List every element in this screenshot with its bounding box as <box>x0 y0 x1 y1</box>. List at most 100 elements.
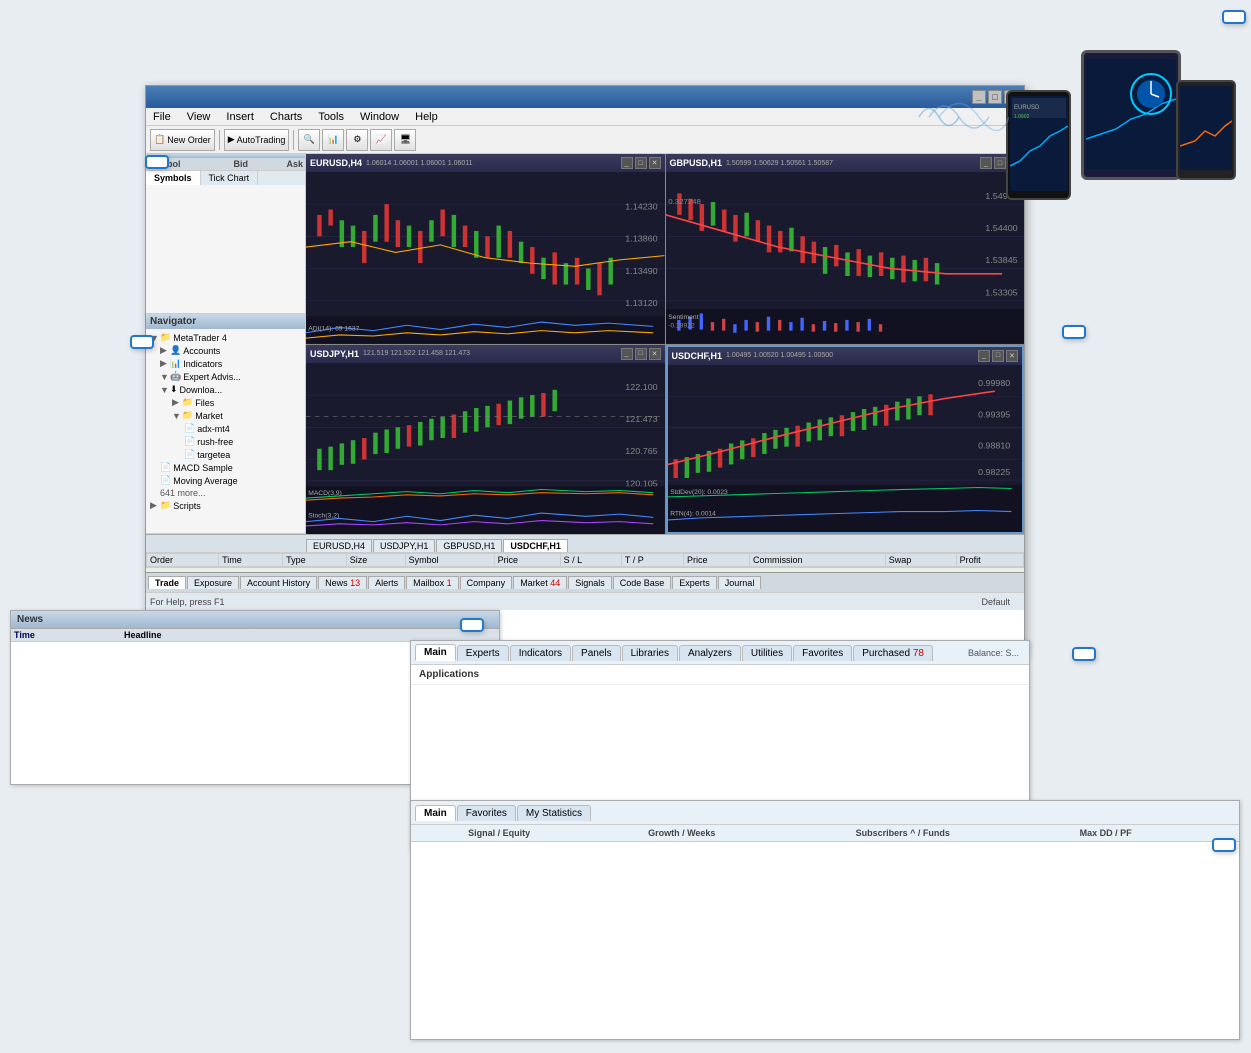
nav-item-targetea[interactable]: 📄 targetea <box>148 448 303 461</box>
btab-experts[interactable]: Experts <box>672 576 717 589</box>
nav-item-market[interactable]: ▼ 📁 Market <box>148 409 303 422</box>
mw-tab-tick[interactable]: Tick Chart <box>201 171 259 185</box>
annotation-financial-news <box>460 618 484 632</box>
toolbar-btn-5[interactable]: 🖥 <box>394 129 416 151</box>
autotrading-button[interactable]: ▶AutoTrading <box>224 129 290 151</box>
col-symbol: Symbol <box>405 554 494 567</box>
chart-usdjpy-rest[interactable]: □ <box>635 348 647 360</box>
chart-restore-btn[interactable]: □ <box>635 157 647 169</box>
btab-codebase[interactable]: Code Base <box>613 576 672 589</box>
chart-usdchf-close[interactable]: ✕ <box>1006 350 1018 362</box>
nav-item-accounts[interactable]: ▶ 👤 Accounts <box>148 344 303 357</box>
social-tab-main[interactable]: Main <box>415 805 456 821</box>
chart-usdchf-controls: _ □ ✕ <box>978 350 1018 362</box>
nav-item-macd[interactable]: 📄 MACD Sample <box>148 461 303 474</box>
btab-journal[interactable]: Journal <box>718 576 762 589</box>
menu-help[interactable]: Help <box>412 110 441 124</box>
nav-item-scripts[interactable]: ▶ 📁 Scripts <box>148 499 303 512</box>
chart-usdchf-rest[interactable]: □ <box>992 350 1004 362</box>
navigator-tabs: Common Favorites <box>146 533 305 534</box>
col-size: Size <box>346 554 405 567</box>
chart-usdjpy-canvas[interactable]: 122.100 121.473 120.765 120.105 MACD(3,9… <box>306 363 665 535</box>
menu-charts[interactable]: Charts <box>267 110 305 124</box>
chart-tab-eurusd[interactable]: EURUSD,H4 <box>306 539 372 552</box>
store-tab-libraries[interactable]: Libraries <box>622 645 678 661</box>
new-order-button[interactable]: 📋New Order <box>150 129 215 151</box>
chart-usdjpy-close[interactable]: ✕ <box>649 348 661 360</box>
svg-text:0.99980: 0.99980 <box>978 378 1010 388</box>
chart-usdjpy-svg: 122.100 121.473 120.765 120.105 MACD(3,9… <box>306 363 665 535</box>
col-price: Price <box>494 554 560 567</box>
chart-usdchf-min[interactable]: _ <box>978 350 990 362</box>
col-type: Type <box>283 554 347 567</box>
chart-gbpusd: GBPUSD,H1 1.50599 1.50629 1.50561 1.5058… <box>666 154 1025 344</box>
btab-company[interactable]: Company <box>460 576 513 589</box>
toolbar-btn-2[interactable]: 📊 <box>322 129 344 151</box>
menu-tools[interactable]: Tools <box>315 110 347 124</box>
nav-item-adx[interactable]: 📄 adx-mt4 <box>148 422 303 435</box>
market-watch: Symbol Bid Ask Symbols Tick Chart <box>146 154 305 314</box>
chart-usdchf-canvas[interactable]: 0.99980 0.99395 0.98810 0.98225 StdDev(2… <box>668 365 1023 533</box>
toolbar-btn-3[interactable]: ⚙ <box>346 129 368 151</box>
chart-eurusd-ohlc: 1.06014 1.06001 1.06001 1.06011 <box>366 160 473 167</box>
nav-item-experts[interactable]: ▼ 🤖 Expert Advis... <box>148 370 303 383</box>
btab-mailbox[interactable]: Mailbox 1 <box>406 576 459 589</box>
toolbar-btn-1[interactable]: 🔍 <box>298 129 320 151</box>
btab-trade[interactable]: Trade <box>148 576 186 589</box>
chart-tab-gbpusd[interactable]: GBPUSD,H1 <box>436 539 502 552</box>
col-action <box>1182 825 1211 842</box>
btab-signals[interactable]: Signals <box>568 576 612 589</box>
social-tab-favorites[interactable]: Favorites <box>457 805 516 821</box>
btab-alerts[interactable]: Alerts <box>368 576 405 589</box>
orders-header-row: Order Time Type Size Symbol Price S / L … <box>147 554 1024 567</box>
chart-gbpusd-svg: 1.54940 1.54400 1.53845 1.53305 <box>666 172 1025 344</box>
chart-eurusd-canvas[interactable]: 1.14230 1.13860 1.13490 1.13120 ADI(14):… <box>306 172 665 344</box>
chart-gbpusd-canvas[interactable]: 1.54940 1.54400 1.53845 1.53305 <box>666 172 1025 344</box>
chart-minimize-btn[interactable]: _ <box>621 157 633 169</box>
btab-news[interactable]: News 13 <box>318 576 367 589</box>
btab-market[interactable]: Market 44 <box>513 576 567 589</box>
mobile-devices: EURUSD 1.0602 <box>1001 30 1241 190</box>
nav-item-rush[interactable]: 📄 rush-free <box>148 435 303 448</box>
menu-view[interactable]: View <box>184 110 214 124</box>
nav-item-more[interactable]: 641 more... <box>148 487 303 499</box>
btab-exposure[interactable]: Exposure <box>187 576 239 589</box>
annotation-mobile <box>1222 10 1246 24</box>
market-watch-tabs: Symbols Tick Chart <box>146 170 305 185</box>
store-tab-main[interactable]: Main <box>415 644 456 661</box>
chart-tab-usdjpy[interactable]: USDJPY,H1 <box>373 539 435 552</box>
tablet-device <box>1081 50 1181 180</box>
menu-window[interactable]: Window <box>357 110 402 124</box>
social-section: Main Favorites My Statistics Signal / Eq… <box>410 800 1240 1040</box>
store-section-label: Applications <box>411 665 1029 685</box>
store-tab-experts[interactable]: Experts <box>457 645 509 661</box>
store-tab-analyzers[interactable]: Analyzers <box>679 645 741 661</box>
store-tab-favorites[interactable]: Favorites <box>793 645 852 661</box>
chart-close-btn[interactable]: ✕ <box>649 157 661 169</box>
nav-item-indicators[interactable]: ▶ 📊 Indicators <box>148 357 303 370</box>
toolbar-btn-4[interactable]: 📈 <box>370 129 392 151</box>
nav-item-downloads[interactable]: ▼ ⬇ Downloa... <box>148 383 303 396</box>
chart-tab-usdchf[interactable]: USDCHF,H1 <box>503 539 568 552</box>
btab-history[interactable]: Account History <box>240 576 317 589</box>
chart-usdjpy-min[interactable]: _ <box>621 348 633 360</box>
mw-tab-symbols[interactable]: Symbols <box>146 171 201 185</box>
store-tab-indicators[interactable]: Indicators <box>510 645 571 661</box>
store-tab-utilities[interactable]: Utilities <box>742 645 792 661</box>
store-tab-panels[interactable]: Panels <box>572 645 621 661</box>
nav-item-ma[interactable]: 📄 Moving Average <box>148 474 303 487</box>
store-tab-purchased[interactable]: Purchased 78 <box>853 645 933 661</box>
col-signal: Signal / Equity <box>411 825 587 842</box>
chart-eurusd-controls: _ □ ✕ <box>621 157 661 169</box>
menu-insert[interactable]: Insert <box>223 110 257 124</box>
svg-text:Sentiment: Sentiment <box>668 314 698 321</box>
menu-file[interactable]: File <box>150 110 174 124</box>
col-maxdd: Max DD / PF <box>1029 825 1181 842</box>
svg-text:120.765: 120.765 <box>625 446 658 456</box>
chart-eurusd-header: EURUSD,H4 1.06014 1.06001 1.06001 1.0601… <box>306 154 665 172</box>
nav-item-mt4[interactable]: ▼ 📁 MetaTrader 4 <box>148 331 303 344</box>
social-tab-stats[interactable]: My Statistics <box>517 805 591 821</box>
nav-item-files[interactable]: ▶ 📁 Files <box>148 396 303 409</box>
svg-text:1.0602: 1.0602 <box>1014 114 1030 120</box>
svg-text:MACD(3,9): MACD(3,9) <box>308 489 342 496</box>
